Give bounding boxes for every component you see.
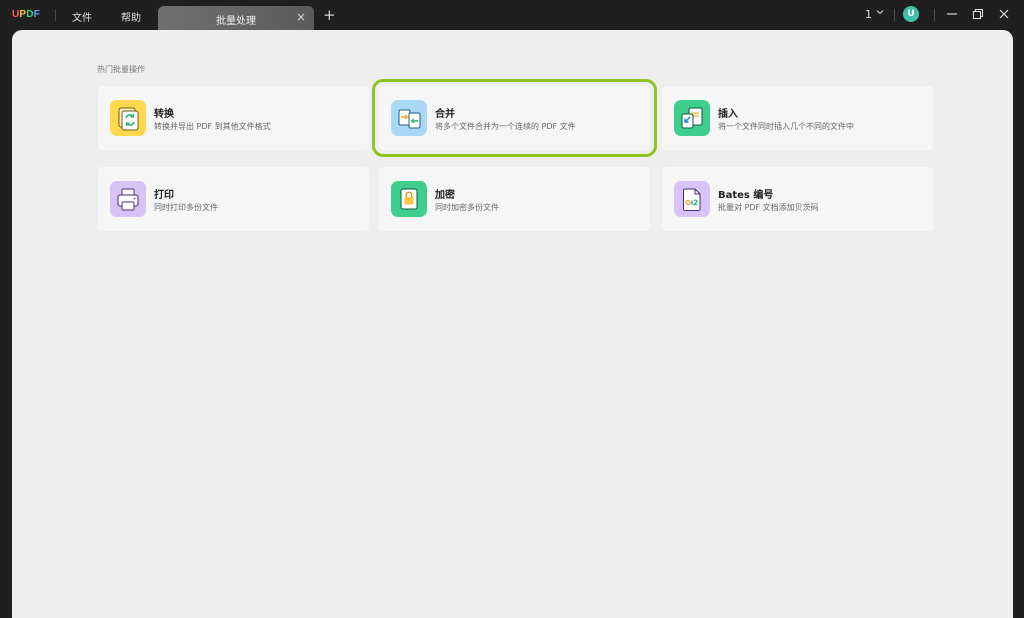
card-title: 插入 <box>718 109 738 120</box>
avatar[interactable]: U <box>903 6 919 22</box>
restore-icon[interactable] <box>971 7 985 21</box>
bates-number-icon <box>674 181 710 217</box>
card-bates-number[interactable]: Bates 编号 批量对 PDF 文档添加贝茨码 <box>662 167 933 231</box>
card-insert[interactable]: 插入 将一个文件同时插入几个不同的文件中 <box>662 86 933 150</box>
insert-icon <box>674 100 710 136</box>
tab-batch-process[interactable]: 批量处理 × <box>158 6 314 30</box>
card-merge[interactable]: 合并 将多个文件合并为一个连续的 PDF 文件 <box>372 79 657 157</box>
print-icon <box>110 181 146 217</box>
logo-letter: P <box>19 9 27 20</box>
card-description: 将多个文件合并为一个连续的 PDF 文件 <box>435 122 576 131</box>
encrypt-icon <box>391 181 427 217</box>
menu-file[interactable]: 文件 <box>72 9 92 24</box>
card-description: 批量对 PDF 文档添加贝茨码 <box>718 203 819 212</box>
card-title: 加密 <box>435 190 455 201</box>
card-title: 打印 <box>154 190 174 201</box>
convert-icon <box>110 100 146 136</box>
add-tab-button[interactable]: + <box>323 6 336 24</box>
card-description: 同时加密多份文件 <box>435 203 499 212</box>
divider <box>894 9 895 21</box>
tab-label: 批量处理 <box>216 16 256 27</box>
card-description: 转换并导出 PDF 到其他文件格式 <box>154 122 271 131</box>
divider <box>934 9 935 21</box>
card-title: Bates 编号 <box>718 190 774 201</box>
card-title: 合并 <box>435 109 455 120</box>
logo-letter: U <box>12 9 20 20</box>
card-encrypt[interactable]: 加密 同时加密多份文件 <box>379 167 650 231</box>
tab-close-icon[interactable]: × <box>296 10 306 24</box>
card-title: 转换 <box>154 109 174 120</box>
app-logo: UPDF <box>12 9 40 20</box>
title-bar: UPDF 文件 帮助 批量处理 × + 1 U <box>0 0 1024 30</box>
menu-help[interactable]: 帮助 <box>121 9 141 24</box>
section-title: 热门批量操作 <box>97 65 145 74</box>
card-description: 将一个文件同时插入几个不同的文件中 <box>718 122 854 131</box>
logo-letter: F <box>33 9 41 20</box>
card-description: 同时打印多份文件 <box>154 203 218 212</box>
close-icon[interactable] <box>997 7 1011 21</box>
card-convert[interactable]: 转换 转换并导出 PDF 到其他文件格式 <box>98 86 369 150</box>
merge-icon <box>391 100 427 136</box>
chevron-down-icon[interactable] <box>875 7 885 17</box>
card-print[interactable]: 打印 同时打印多份文件 <box>98 167 369 231</box>
page-number[interactable]: 1 <box>865 8 872 21</box>
logo-letter: D <box>26 9 34 20</box>
minimize-icon[interactable] <box>945 7 959 21</box>
main-panel: 热门批量操作 转换 转换并导出 PDF 到其他文件格式 合并 将多个文件合并为一… <box>12 30 1013 618</box>
divider <box>55 9 56 21</box>
